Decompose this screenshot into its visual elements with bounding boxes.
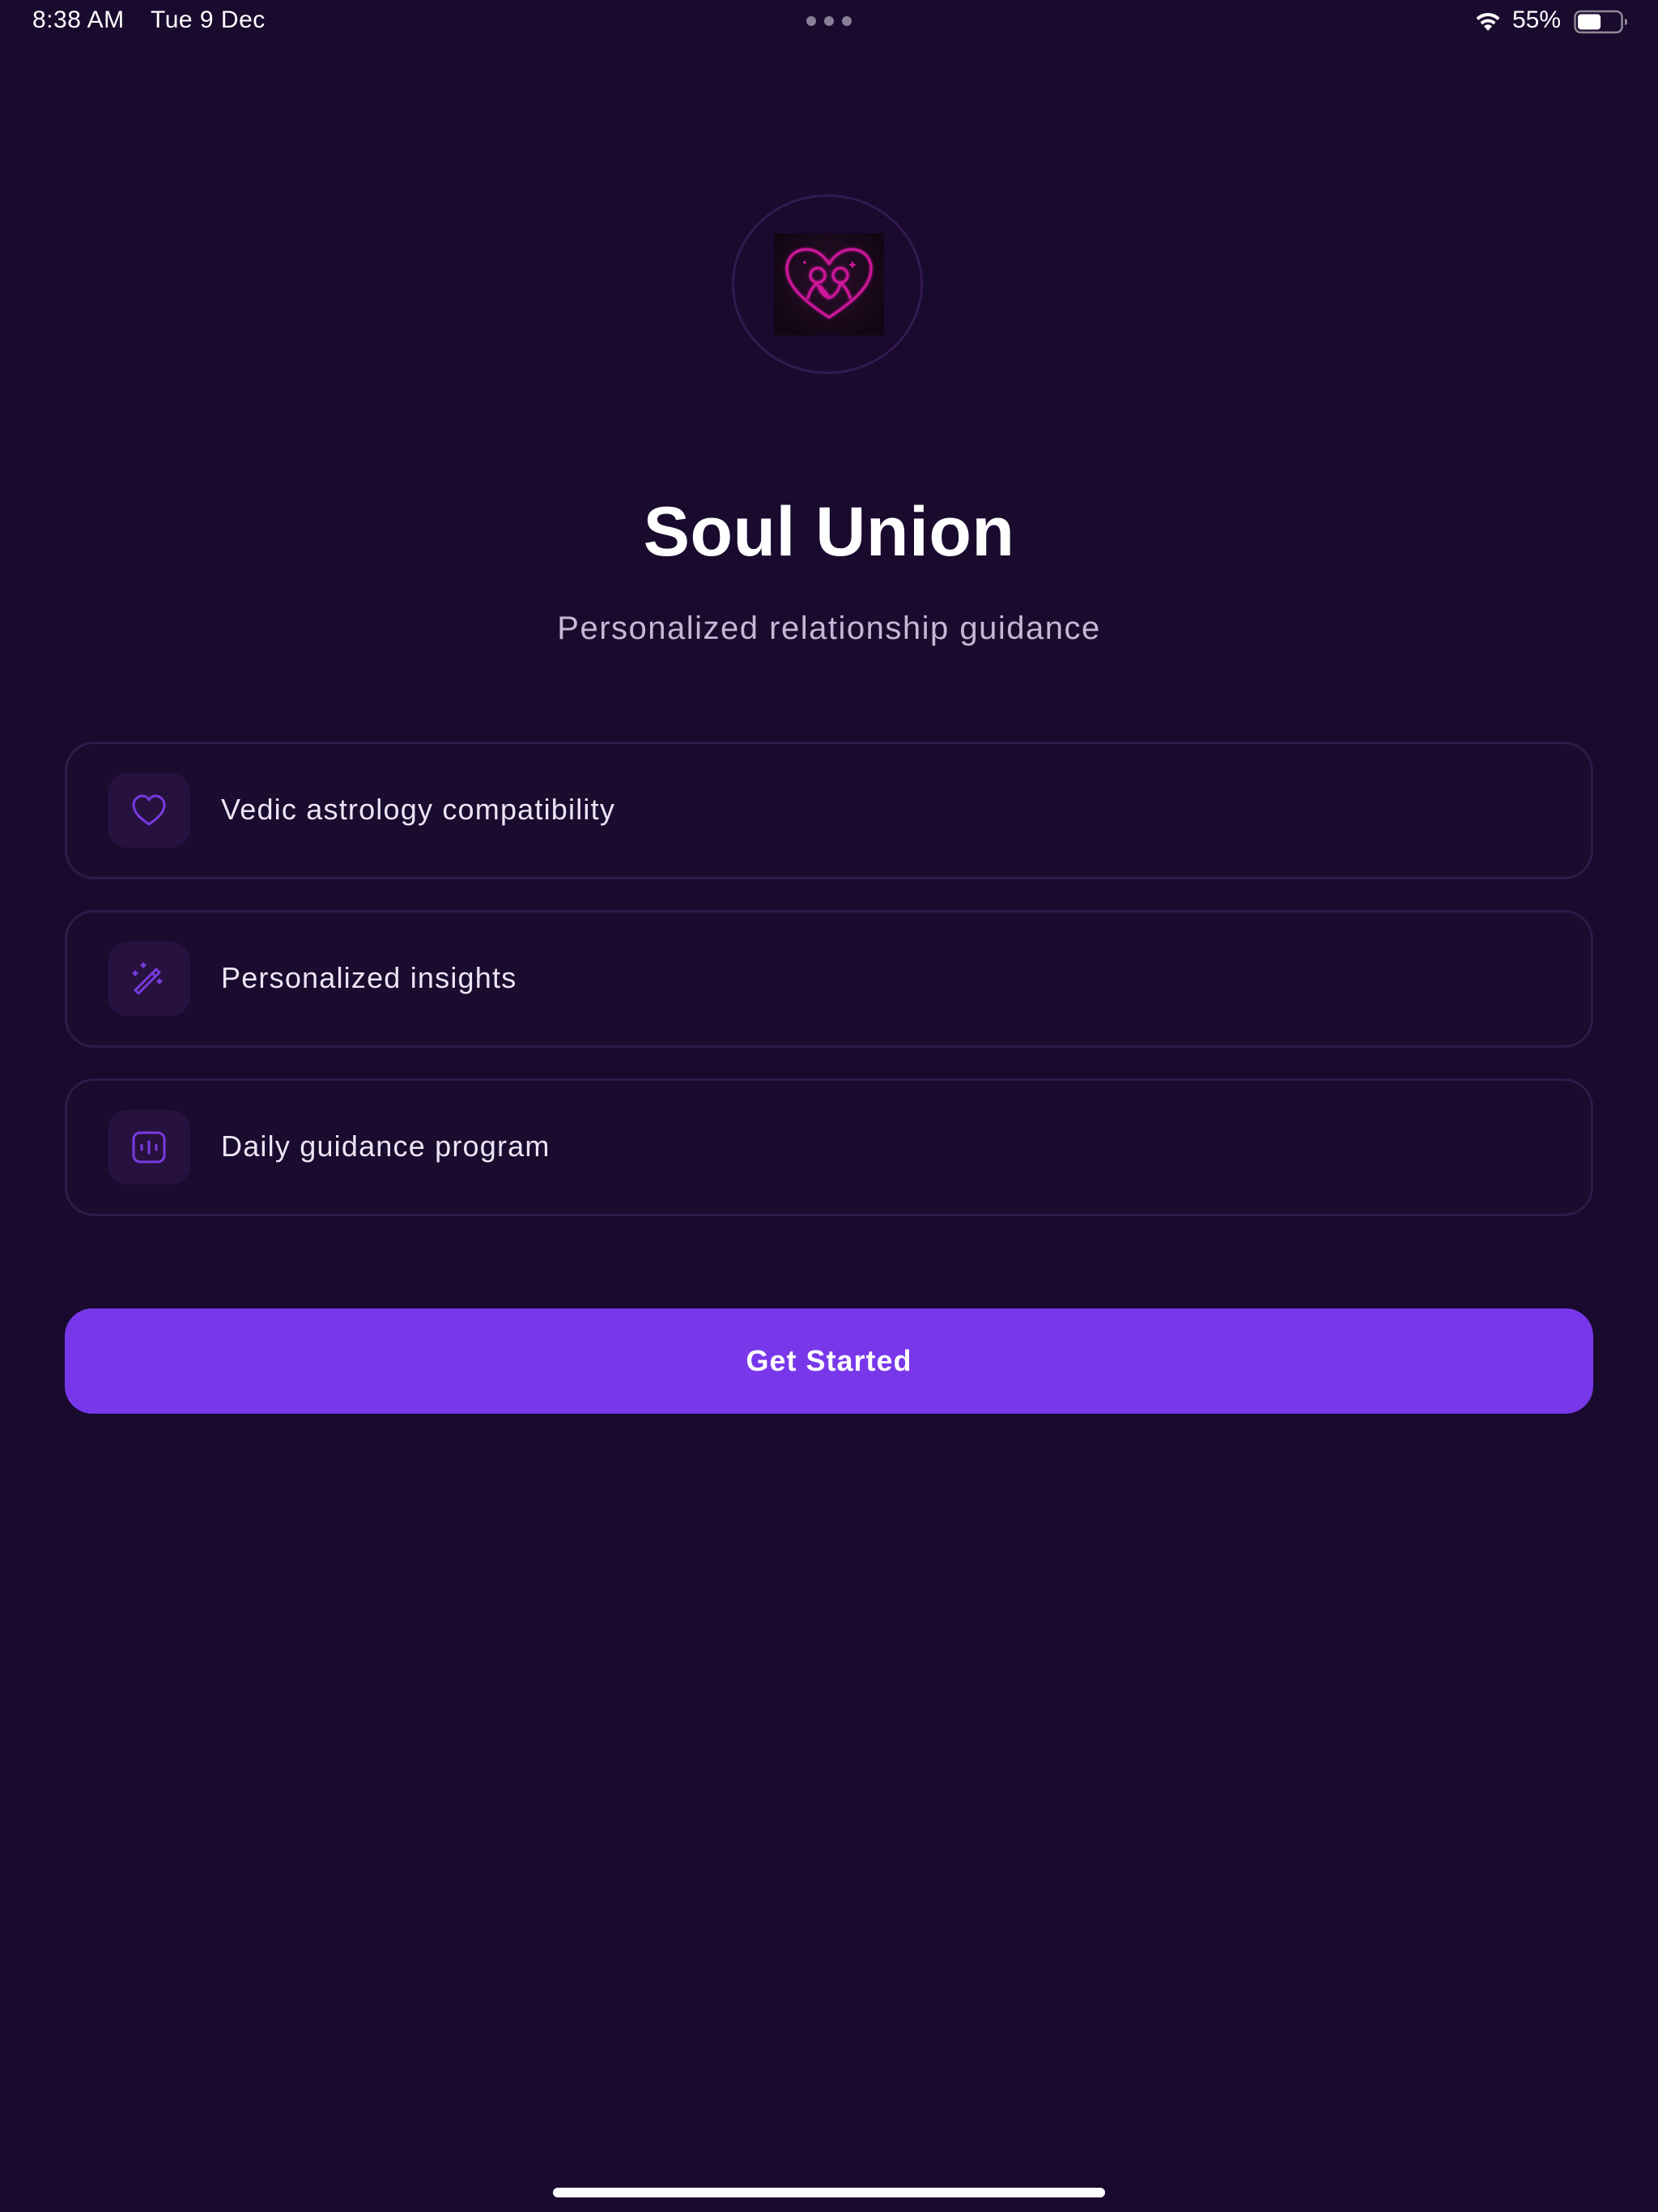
home-indicator[interactable] [553,2188,1105,2197]
wifi-icon [1476,12,1500,31]
feature-label: Daily guidance program [221,1129,551,1163]
feature-label: Personalized insights [221,961,517,994]
audio-lines-icon [132,1131,166,1163]
feature-card-vedic-astrology: Vedic astrology compatibility [65,742,1593,879]
battery-percent: 55% [1512,6,1562,33]
feature-card-daily-guidance: Daily guidance program [65,1078,1593,1216]
feature-icon-box [108,773,190,848]
heart-couple-logo-icon [774,233,884,335]
feature-icon-box [108,1110,190,1185]
app-title: Soul Union [643,493,1015,571]
battery-icon [1574,10,1627,34]
status-date: Tue 9 Dec [151,6,266,33]
multitasking-dots-icon[interactable] [806,16,852,28]
status-time: 8:38 AM [32,6,125,33]
feature-label: Vedic astrology compatibility [221,793,616,826]
feature-icon-box [108,942,190,1016]
magic-wand-icon [132,962,163,995]
get-started-button[interactable]: Get Started [65,1308,1593,1414]
onboarding-screen: 8:38 AM Tue 9 Dec 55% Soul Union Persona… [0,0,1658,2212]
heart-icon [132,794,166,826]
status-bar: 8:38 AM Tue 9 Dec 55% [0,0,1658,45]
feature-card-personalized-insights: Personalized insights [65,910,1593,1048]
app-subtitle: Personalized relationship guidance [557,610,1101,646]
